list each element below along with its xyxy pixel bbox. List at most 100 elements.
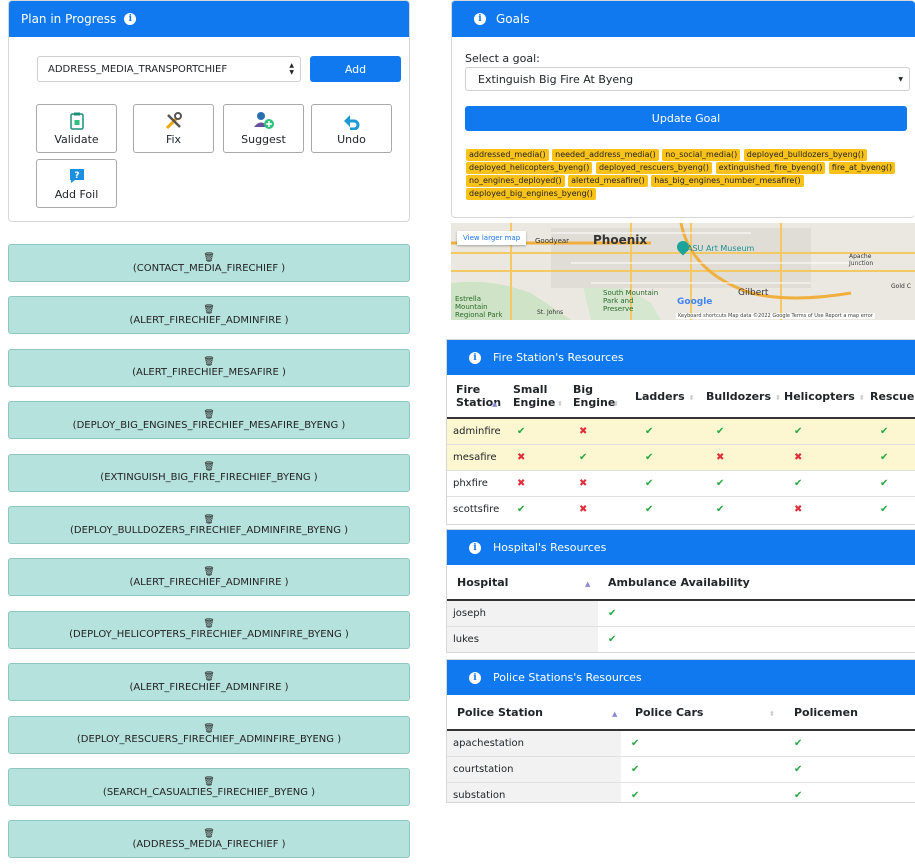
cross-icon: ✖ [573,495,635,522]
question-icon: ? [69,166,85,186]
goals-title: Goals [496,12,530,26]
column-header[interactable]: Rescuers [870,375,915,419]
goal-select[interactable]: Extinguish Big Fire At Byeng ▼ [465,67,910,91]
check-icon: ✔ [706,469,784,496]
trash-icon[interactable]: 🗑 [203,357,214,367]
trash-icon[interactable]: 🗑 [203,619,214,629]
action-label: (ADDRESS_MEDIA_FIRECHIEF ) [132,838,286,850]
check-icon: ✔ [513,495,573,522]
trash-icon[interactable]: 🗑 [203,777,214,787]
info-icon[interactable]: i [469,351,481,364]
trash-icon[interactable]: 🗑 [203,829,214,839]
column-header[interactable]: Police Cars ⬍ [621,695,780,731]
trash-icon[interactable]: 🗑 [203,410,214,420]
column-header[interactable]: Police Station ▲ [447,695,621,731]
trash-icon[interactable]: 🗑 [203,253,214,263]
action-item[interactable]: 🗑 (DEPLOY_RESCUERS_FIRECHIEF_ADMINFIRE_BY… [8,715,410,754]
map-label: Gold C [891,283,911,290]
chevron-down-icon: ▲ ▼ [289,62,294,76]
row-name-cell: substation [447,781,621,802]
column-header[interactable]: Fire Station▲ [447,375,513,419]
table-row: scottsfire ✔ ✖ ✔ ✔ ✖ ✔ [447,495,915,522]
row-name-cell: joseph [447,599,598,626]
action-label: (ALERT_FIRECHIEF_ADMINFIRE ) [129,314,289,326]
trash-icon[interactable]: 🗑 [203,567,214,577]
info-icon[interactable]: i [469,671,481,684]
info-icon[interactable]: i [474,13,486,25]
column-header[interactable]: Helicopters ⬍ [784,375,870,419]
check-icon: ✔ [598,625,915,652]
column-header[interactable]: Policemen [780,695,915,731]
action-item[interactable]: 🗑 (DEPLOY_BIG_ENGINES_FIRECHIEF_MESAFIRE_… [8,401,410,440]
action-select[interactable]: ADDRESS_MEDIA_TRANSPORTCHIEF ▲ ▼ [37,56,301,82]
column-header-label: Policemen [794,705,858,719]
row-name-cell: adminfire [447,417,513,444]
tools-icon [164,111,184,131]
view-larger-map-link[interactable]: View larger map [457,231,527,245]
police-resources-table: Police Station ▲ Police Cars ⬍ Policemen a… [447,695,915,802]
trash-icon[interactable]: 🗑 [203,462,214,472]
validate-button[interactable]: Validate [36,104,117,153]
add-button[interactable]: Add [310,56,401,82]
cross-icon: ✖ [513,469,573,496]
action-item[interactable]: 🗑 (EXTINGUISH_BIG_FIRE_FIRECHIEF_BYENG ) [8,453,410,492]
check-icon: ✔ [784,417,870,444]
info-icon[interactable]: i [124,13,137,25]
action-item[interactable]: 🗑 (ADDRESS_MEDIA_FIRECHIEF ) [8,820,410,859]
suggest-button[interactable]: Suggest [223,104,304,153]
chevron-down-icon: ▼ [898,75,903,83]
column-header[interactable]: Big Engine⬍ [573,375,635,419]
goal-fact-badge: addressed_media() [466,149,549,161]
action-item[interactable]: 🗑 (SEARCH_CASUALTIES_FIRECHIEF_BYENG ) [8,768,410,806]
undo-button[interactable]: Undo [311,104,392,153]
map-label: ASU Art Museum [687,244,755,253]
trash-icon[interactable]: 🗑 [203,515,214,525]
check-icon: ✔ [598,599,915,626]
cross-icon: ✖ [573,469,635,496]
info-icon[interactable]: i [469,541,481,554]
police-resources-card: i Police Stations's Resources Police Sta… [446,659,915,803]
action-item[interactable]: 🗑 (ALERT_FIRECHIEF_MESAFIRE ) [8,348,410,387]
sort-icon: ⬍ [688,393,695,402]
action-label: (ALERT_FIRECHIEF_ADMINFIRE ) [129,576,289,588]
map-footer[interactable]: Keyboard shortcuts Map data ©2022 Google… [676,313,875,319]
add-foil-button[interactable]: ? Add Foil [36,159,117,208]
fix-label: Fix [165,133,182,146]
table-row: joseph ✔ [447,599,915,626]
check-icon: ✔ [621,755,780,782]
fix-button[interactable]: Fix [133,104,214,153]
update-goal-button[interactable]: Update Goal [465,106,907,131]
check-icon: ✔ [635,469,706,496]
map-label: Estrella Mountain Regional Park [455,295,503,319]
column-header[interactable]: Small Engine ⬍ [513,375,573,419]
fire-resources-table: Fire Station▲ Small Engine ⬍ Big Engine⬍ … [447,375,915,522]
check-icon: ✔ [513,417,573,444]
action-item[interactable]: 🗑 (ALERT_FIRECHIEF_ADMINFIRE ) [8,558,410,597]
goal-select-label: Select a goal: [465,52,540,65]
column-header[interactable]: Bulldozers ⬍ [706,375,784,419]
goal-fact-badge: has_big_engines_number_mesafire() [651,175,804,187]
action-label: (DEPLOY_HELICOPTERS_FIRECHIEF_ADMINFIRE_… [69,629,349,641]
cross-icon: ✖ [573,417,635,444]
column-header[interactable]: Ambulance Availability [598,565,915,601]
action-item[interactable]: 🗑 (ALERT_FIRECHIEF_ADMINFIRE ) [8,296,410,335]
action-item[interactable]: 🗑 (DEPLOY_BULLDOZERS_FIRECHIEF_ADMINFIRE_… [8,506,410,544]
trash-icon[interactable]: 🗑 [203,305,214,315]
trash-icon[interactable]: 🗑 [203,672,214,682]
row-name-cell: scottsfire [447,495,513,522]
plan-card-header: Plan in Progress i [9,1,409,37]
trash-icon[interactable]: 🗑 [203,724,214,734]
column-header[interactable]: Hospital ▲ [447,565,598,601]
column-header[interactable]: Ladders ⬍ [635,375,706,419]
action-label: (EXTINGUISH_BIG_FIRE_FIRECHIEF_BYENG ) [100,472,318,484]
action-item[interactable]: 🗑 (CONTACT_MEDIA_FIRECHIEF ) [8,244,410,282]
fire-resources-card: i Fire Station's Resources Fire Station▲… [446,339,915,525]
action-label: (SEARCH_CASUALTIES_FIRECHIEF_BYENG ) [102,786,316,798]
map[interactable]: View larger map Goodyear Phoenix ASU Art… [451,223,915,320]
action-label: (DEPLOY_BIG_ENGINES_FIRECHIEF_MESAFIRE_B… [72,419,346,431]
sort-icon: ⬍ [769,709,775,718]
action-item[interactable]: 🗑 (ALERT_FIRECHIEF_ADMINFIRE ) [8,663,410,702]
goal-fact-badge: deployed_big_engines_byeng() [466,188,596,200]
action-item[interactable]: 🗑 (DEPLOY_HELICOPTERS_FIRECHIEF_ADMINFIRE… [8,610,410,649]
validate-label: Validate [54,133,99,146]
